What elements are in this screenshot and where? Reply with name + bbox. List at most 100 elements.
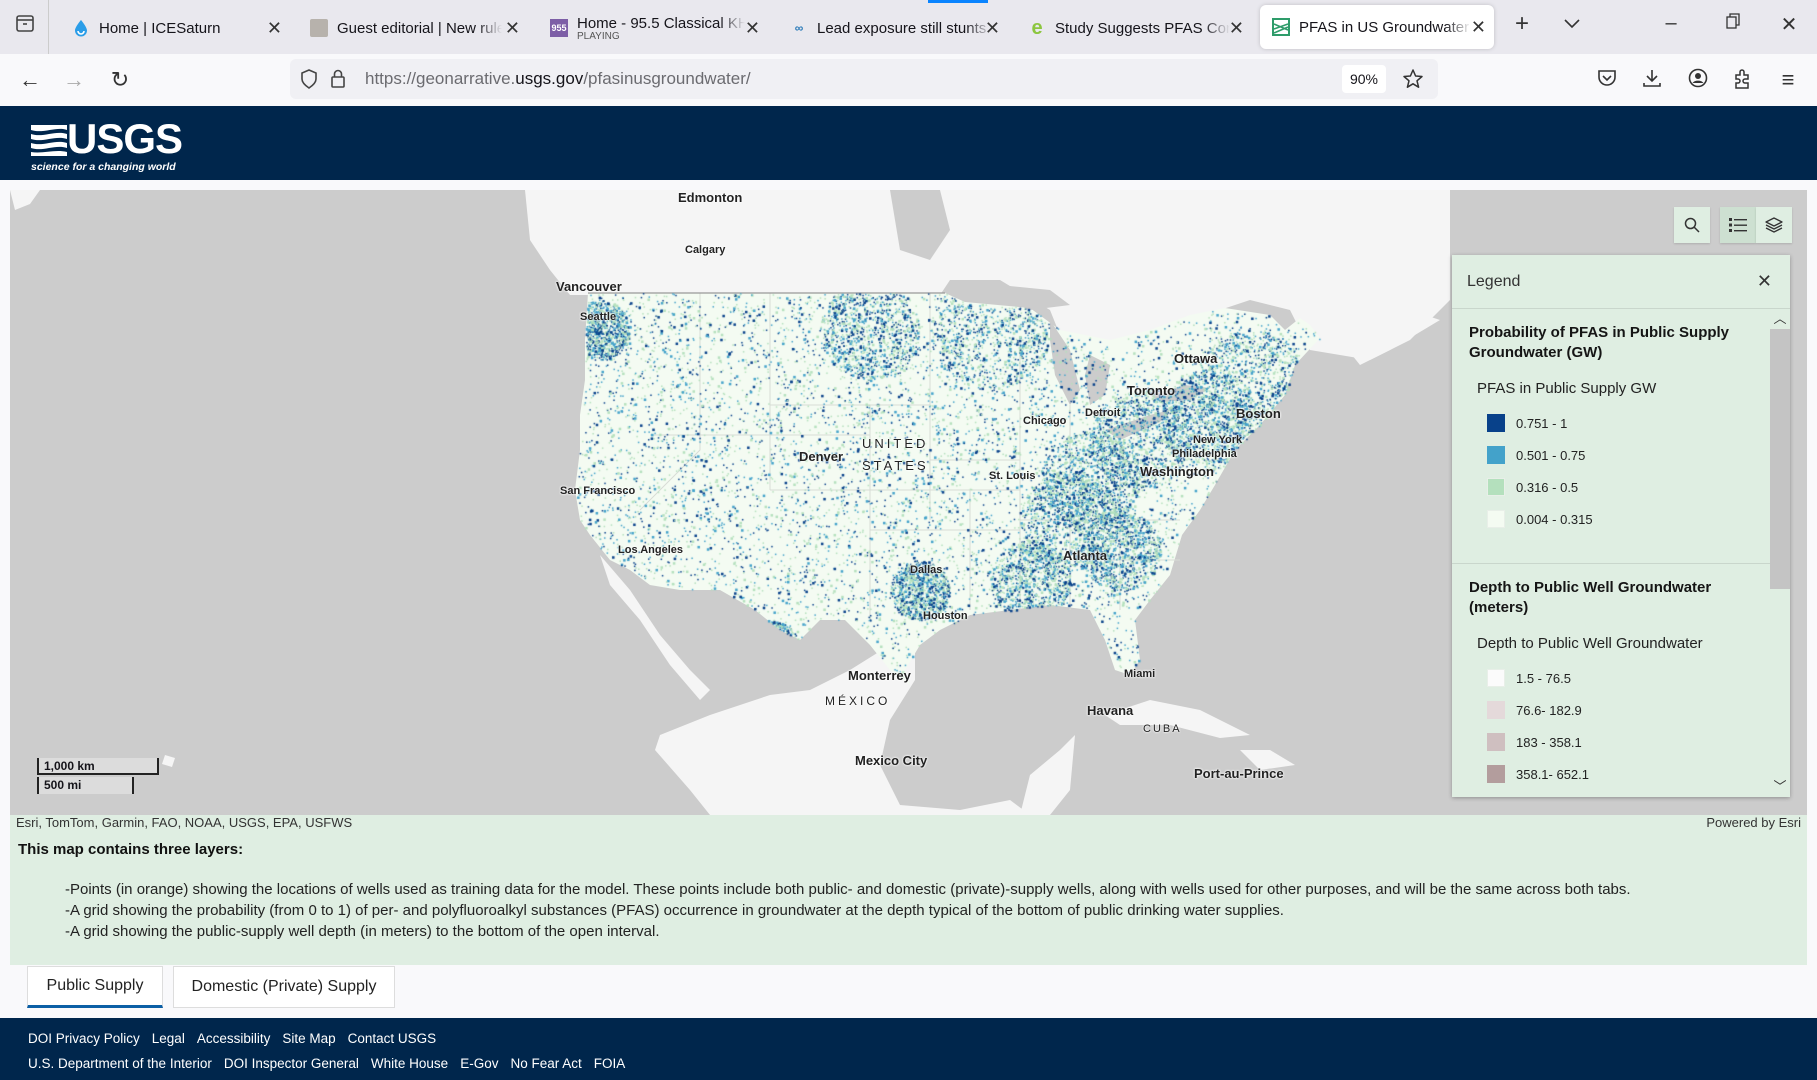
browser-tab[interactable]: e Study Suggests PFAS Con ✕ — [1016, 8, 1252, 48]
map-label-toronto: Toronto — [1127, 383, 1176, 398]
tab-list-button[interactable] — [1557, 12, 1587, 35]
search-icon — [1684, 217, 1700, 233]
map-attribution: Esri, TomTom, Garmin, FAO, NOAA, USGS, E… — [16, 815, 353, 830]
legend-header: Legend ✕ — [1452, 255, 1790, 309]
tab-domestic-supply[interactable]: Domestic (Private) Supply — [173, 966, 395, 1008]
map-label-edmonton: Edmonton — [678, 190, 743, 205]
legend-swatch — [1487, 701, 1505, 719]
footer-links-row-1: DOI Privacy Policy Legal Accessibility S… — [28, 1031, 436, 1046]
back-button[interactable]: ← — [16, 68, 44, 92]
close-tab-icon[interactable]: ✕ — [985, 18, 1000, 39]
map-label-ottawa: Ottawa — [1174, 351, 1218, 366]
legend-layer-name: Depth to Public Well Groundwater — [1477, 635, 1703, 652]
tab-manager-icon[interactable] — [10, 12, 40, 40]
map-label-united: UNITED — [862, 436, 929, 451]
footer-link[interactable]: FOIA — [594, 1056, 626, 1071]
footer-link[interactable]: DOI Privacy Policy — [28, 1031, 140, 1046]
legend-content: Probability of PFAS in Public Supply Gro… — [1452, 309, 1770, 797]
layer-list-button[interactable] — [1756, 207, 1792, 243]
legend-item: 0.004 - 0.315 — [1487, 503, 1755, 535]
close-tab-icon[interactable]: ✕ — [1471, 17, 1486, 38]
scroll-down-icon[interactable]: ﹀ — [1770, 777, 1790, 797]
map-label-dallas: Dallas — [910, 564, 943, 576]
account-icon[interactable] — [1684, 68, 1712, 93]
map-label-philadelphia: Philadelphia — [1172, 448, 1237, 460]
bookmark-star-icon[interactable] — [1402, 68, 1424, 95]
downloads-icon[interactable] — [1638, 68, 1666, 93]
browser-tab[interactable]: ∞ Lead exposure still stunts ✕ — [778, 8, 1008, 48]
legend-swatch — [1487, 478, 1505, 496]
minimize-button[interactable]: – — [1656, 12, 1686, 35]
map-label-san-francisco: San Francisco — [560, 485, 636, 497]
legend-toggle-button[interactable] — [1720, 207, 1756, 243]
shield-icon[interactable] — [300, 69, 318, 94]
app-menu-icon[interactable]: ≡ — [1774, 68, 1802, 92]
footer-link[interactable]: White House — [371, 1056, 448, 1071]
close-window-button[interactable]: ✕ — [1774, 12, 1804, 37]
map-label-mexico-city: Mexico City — [855, 753, 928, 768]
close-tab-icon[interactable]: ✕ — [505, 18, 520, 39]
url-text[interactable]: https://geonarrative.usgs.gov/pfasinusgr… — [365, 69, 751, 89]
forward-button[interactable]: → — [60, 68, 88, 92]
map-label-new-york: New York — [1193, 434, 1243, 446]
reload-button[interactable]: ↻ — [106, 68, 134, 92]
footer-links-row-2: U.S. Department of the Interior DOI Insp… — [28, 1056, 625, 1071]
close-legend-icon[interactable]: ✕ — [1757, 271, 1772, 292]
map-label-mexico: MÉXICO — [825, 694, 891, 708]
browser-tab[interactable]: Home | ICESaturn ✕ — [60, 8, 290, 48]
legend-scrollbar[interactable]: ︿ ﹀ — [1770, 309, 1790, 797]
close-tab-icon[interactable]: ✕ — [745, 18, 760, 39]
footer-link[interactable]: Legal — [152, 1031, 185, 1046]
browser-tab-strip: Home | ICESaturn ✕ Guest editorial | New… — [0, 0, 1817, 54]
scroll-up-icon[interactable]: ︿ — [1770, 309, 1790, 329]
lock-icon[interactable] — [330, 68, 346, 93]
legend-panel: Legend ✕ Probability of PFAS in Public S… — [1452, 255, 1790, 797]
footer-link[interactable]: U.S. Department of the Interior — [28, 1056, 212, 1071]
legend-swatch — [1487, 669, 1505, 687]
e-leaf-icon: e — [1031, 16, 1043, 39]
footer-link[interactable]: No Fear Act — [510, 1056, 581, 1071]
new-tab-button[interactable]: + — [1507, 10, 1537, 38]
description-item: -A grid showing the public-supply well d… — [65, 923, 660, 940]
radio-955-icon: 955 — [550, 19, 568, 37]
tab-public-supply[interactable]: Public Supply — [27, 966, 163, 1008]
usgs-wave-icon — [31, 125, 67, 156]
address-bar[interactable]: https://geonarrative.usgs.gov/pfasinusgr… — [290, 59, 1438, 99]
footer-link[interactable]: DOI Inspector General — [224, 1056, 359, 1071]
geonarrative-icon — [1272, 18, 1290, 36]
map-label-boston: Boston — [1236, 406, 1281, 421]
map-label-chicago: Chicago — [1023, 415, 1067, 427]
legend-item: 1.5 - 76.5 — [1487, 662, 1755, 694]
map-label-denver: Denver — [799, 449, 844, 464]
map-label-cuba: CUBA — [1143, 723, 1182, 735]
map-label-atlanta: Atlanta — [1063, 548, 1108, 563]
map-label-washington: Washington — [1140, 464, 1214, 479]
footer-link[interactable]: E-Gov — [460, 1056, 498, 1071]
restore-button[interactable] — [1718, 12, 1748, 35]
powered-by-esri-link[interactable]: Powered by Esri — [1706, 815, 1801, 830]
scale-mi: 500 mi — [37, 777, 134, 794]
map-label-states: STATES — [862, 458, 929, 473]
browser-tab[interactable]: Guest editorial | New rules ✕ — [298, 8, 528, 48]
close-tab-icon[interactable]: ✕ — [1229, 18, 1244, 39]
footer-link[interactable]: Site Map — [282, 1031, 335, 1046]
extensions-icon[interactable] — [1729, 68, 1757, 95]
tab-playing-label: PLAYING — [577, 30, 620, 42]
legend-item: 0.501 - 0.75 — [1487, 439, 1755, 471]
browser-tab-active[interactable]: PFAS in US Groundwater ✕ — [1260, 5, 1494, 49]
footer-link[interactable]: Contact USGS — [348, 1031, 437, 1046]
legend-item: 358.1- 652.1 — [1487, 758, 1755, 790]
pocket-icon[interactable] — [1593, 68, 1621, 93]
usgs-logo[interactable]: USGS science for a changing world — [31, 118, 183, 173]
legend-item: 652.2 - 1,596.6 — [1487, 790, 1755, 797]
close-tab-icon[interactable]: ✕ — [267, 18, 282, 39]
legend-section-depth: Depth to Public Well Groundwater (meters… — [1452, 564, 1770, 797]
map-description: Esri, TomTom, Garmin, FAO, NOAA, USGS, E… — [10, 815, 1807, 965]
zoom-level-button[interactable]: 90% — [1341, 65, 1386, 93]
photo-icon — [310, 19, 328, 37]
legend-swatch — [1487, 765, 1505, 783]
footer-link[interactable]: Accessibility — [197, 1031, 271, 1046]
search-button[interactable] — [1674, 207, 1710, 243]
browser-tab[interactable]: 955 Home - 95.5 Classical KHFM PLAYING ✕ — [538, 8, 768, 48]
legend-swatch — [1487, 733, 1505, 751]
